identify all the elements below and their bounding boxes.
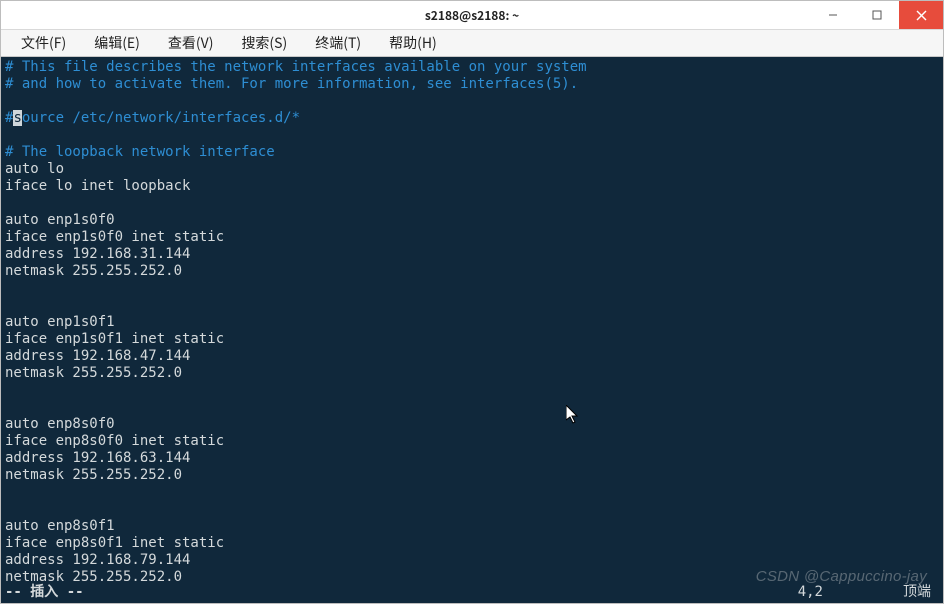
comment-line: # This file describes the network interf… xyxy=(5,59,587,75)
maximize-button[interactable] xyxy=(855,1,899,29)
vim-scroll-percent: 顶端 xyxy=(903,584,931,601)
comment-line: # and how to activate them. For more inf… xyxy=(5,76,578,92)
menu-view[interactable]: 查看(V) xyxy=(154,31,228,55)
config-line: netmask 255.255.252.0 xyxy=(5,569,182,585)
config-line: netmask 255.255.252.0 xyxy=(5,263,182,279)
comment-line: # The loopback network interface xyxy=(5,144,275,160)
window-title: s2188@s2188: ~ xyxy=(1,7,943,24)
cursor-char: s xyxy=(13,110,21,126)
config-line: address 192.168.79.144 xyxy=(5,552,190,568)
menu-terminal[interactable]: 终端(T) xyxy=(301,31,375,55)
minimize-button[interactable] xyxy=(811,1,855,29)
config-line: iface lo inet loopback xyxy=(5,178,190,194)
close-icon xyxy=(916,10,927,21)
maximize-icon xyxy=(872,10,882,20)
config-line: netmask 255.255.252.0 xyxy=(5,365,182,381)
config-line: address 192.168.31.144 xyxy=(5,246,190,262)
config-line: auto enp1s0f0 xyxy=(5,212,115,228)
config-line: iface enp1s0f1 inet static xyxy=(5,331,224,347)
menu-search[interactable]: 搜索(S) xyxy=(227,31,301,55)
config-line: address 192.168.47.144 xyxy=(5,348,190,364)
vim-status-line: -- 插入 -- 4,2 顶端 xyxy=(5,584,939,601)
vim-cursor-position: 4,2 xyxy=(798,584,823,601)
config-line: iface enp8s0f0 inet static xyxy=(5,433,224,449)
close-button[interactable] xyxy=(899,1,943,29)
menu-help[interactable]: 帮助(H) xyxy=(375,31,451,55)
config-line: iface enp8s0f1 inet static xyxy=(5,535,224,551)
config-line: iface enp1s0f0 inet static xyxy=(5,229,224,245)
config-line: auto enp1s0f1 xyxy=(5,314,115,330)
menu-file[interactable]: 文件(F) xyxy=(7,31,80,55)
app-window: s2188@s2188: ~ 文件(F) 编辑(E) 查看(V) 搜索(S) 终… xyxy=(0,0,944,604)
config-line: auto enp8s0f1 xyxy=(5,518,115,534)
config-line: address 192.168.63.144 xyxy=(5,450,190,466)
menu-edit[interactable]: 编辑(E) xyxy=(80,31,154,55)
terminal-pane[interactable]: # This file describes the network interf… xyxy=(1,57,943,603)
title-bar: s2188@s2188: ~ xyxy=(1,1,943,30)
source-rest: ource /etc/network/interfaces.d/* xyxy=(22,110,300,126)
minimize-icon xyxy=(828,10,838,20)
vim-mode: -- 插入 -- xyxy=(5,584,84,601)
menu-bar: 文件(F) 编辑(E) 查看(V) 搜索(S) 终端(T) 帮助(H) xyxy=(1,30,943,57)
config-line: auto lo xyxy=(5,161,64,177)
config-line: netmask 255.255.252.0 xyxy=(5,467,182,483)
config-line: auto enp8s0f0 xyxy=(5,416,115,432)
comment-line: #source /etc/network/interfaces.d/* xyxy=(5,110,300,126)
watermark: CSDN @Cappuccino-jay xyxy=(756,568,927,585)
window-controls xyxy=(811,1,943,29)
